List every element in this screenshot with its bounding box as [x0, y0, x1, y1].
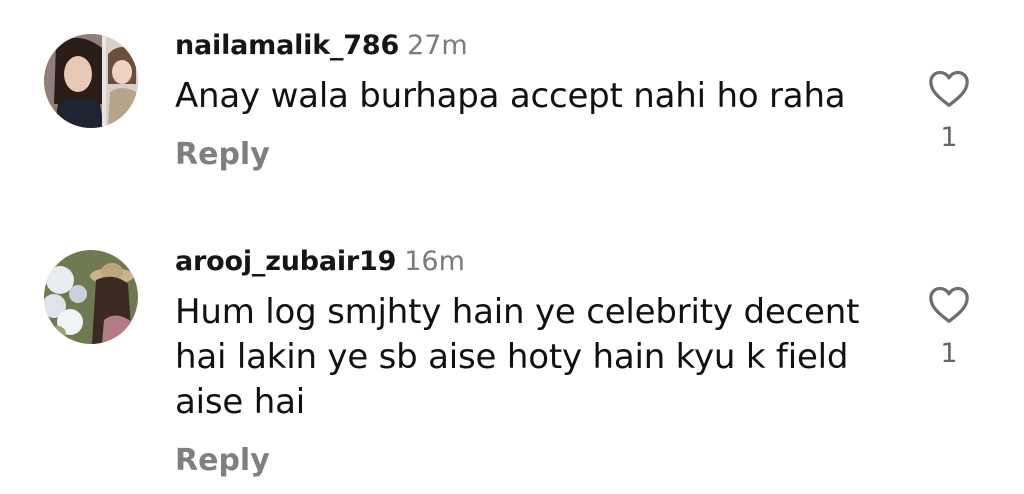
- like-button[interactable]: 1: [922, 68, 976, 153]
- comment-text: Anay wala burhapa accept nahi ho raha: [175, 76, 846, 116]
- comment-username[interactable]: arooj_zubair19: [175, 246, 396, 277]
- comment-time: 27m: [407, 30, 468, 61]
- avatar[interactable]: [44, 250, 138, 344]
- reply-button[interactable]: Reply: [175, 443, 270, 478]
- comment-time: 16m: [404, 246, 465, 277]
- avatar[interactable]: [44, 34, 138, 128]
- reply-button[interactable]: Reply: [175, 137, 270, 172]
- heart-outline-icon: [929, 70, 969, 107]
- comment-text: Hum log smjhty hain ye celebrity decent …: [175, 292, 860, 422]
- heart-outline-icon: [929, 286, 969, 323]
- comment-username[interactable]: nailamalik_786: [175, 30, 399, 61]
- like-count: 1: [940, 122, 958, 153]
- like-button[interactable]: 1: [922, 284, 976, 369]
- like-count: 1: [940, 338, 958, 369]
